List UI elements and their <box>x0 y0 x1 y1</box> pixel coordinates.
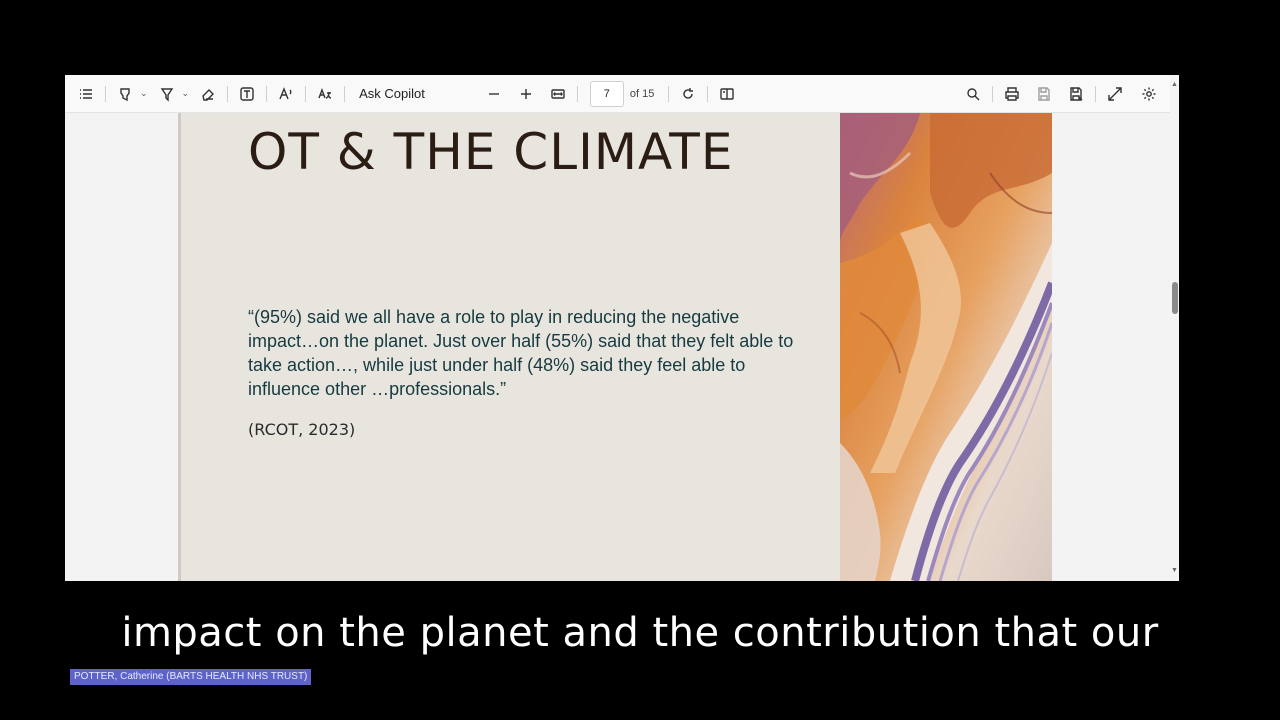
toolbar-divider <box>576 85 578 102</box>
chevron-down-icon[interactable]: ⌄ <box>140 88 148 99</box>
read-aloud-icon[interactable] <box>273 80 299 108</box>
search-icon[interactable] <box>960 80 986 108</box>
ask-copilot-button[interactable]: Ask Copilot <box>351 86 433 101</box>
page-view-icon[interactable] <box>714 80 740 108</box>
scroll-down-arrow-icon[interactable]: ▼ <box>1170 565 1179 577</box>
chevron-down-icon[interactable]: ⌄ <box>182 88 190 99</box>
zoom-out-icon[interactable] <box>481 80 507 108</box>
fit-width-icon[interactable] <box>545 80 571 108</box>
save-icon[interactable] <box>1031 80 1057 108</box>
text-box-icon[interactable] <box>234 80 260 108</box>
slide-quote: “(95%) said we all have a role to play i… <box>248 307 794 399</box>
save-as-icon[interactable] <box>1063 80 1089 108</box>
page-number-input[interactable] <box>589 80 624 107</box>
page-total-label: of 15 <box>629 87 655 100</box>
toolbar-divider <box>1095 85 1096 102</box>
draw-icon[interactable] <box>154 80 180 108</box>
contents-icon[interactable] <box>73 80 99 108</box>
live-caption: impact on the planet and the contributio… <box>121 610 1159 656</box>
toolbar-divider <box>344 85 346 102</box>
speaker-name-label: POTTER, Catherine (BARTS HEALTH NHS TRUS… <box>70 669 312 685</box>
toolbar-divider <box>668 85 670 102</box>
scrollbar-thumb[interactable] <box>1172 282 1178 314</box>
slide-citation: (RCOT, 2023) <box>248 420 356 439</box>
vertical-scrollbar[interactable]: ▲ ▼ <box>1170 75 1179 581</box>
toolbar-divider <box>707 85 709 102</box>
settings-icon[interactable] <box>1136 80 1162 108</box>
toolbar-divider <box>227 85 229 102</box>
pdf-viewer: ⌄ ⌄ Ask Copilot o <box>65 75 1179 581</box>
toolbar-divider <box>266 85 268 102</box>
zoom-in-icon[interactable] <box>513 80 539 108</box>
toolbar-divider <box>305 85 307 102</box>
fullscreen-icon[interactable] <box>1102 80 1128 108</box>
rotate-icon[interactable] <box>675 80 701 108</box>
rock-strata-image <box>840 113 1052 581</box>
print-icon[interactable] <box>999 80 1025 108</box>
toolbar-divider <box>992 85 993 102</box>
pdf-toolbar: ⌄ ⌄ Ask Copilot o <box>65 75 1170 113</box>
translate-icon[interactable] <box>312 80 338 108</box>
slide-title: OT & THE CLIMATE <box>248 123 734 181</box>
pdf-page: OT & THE CLIMATE “(95%) said we all have… <box>178 113 1052 581</box>
erase-icon[interactable] <box>195 80 221 108</box>
highlight-icon[interactable] <box>112 80 138 108</box>
scroll-up-arrow-icon[interactable]: ▲ <box>1170 79 1179 91</box>
toolbar-divider <box>105 85 106 102</box>
